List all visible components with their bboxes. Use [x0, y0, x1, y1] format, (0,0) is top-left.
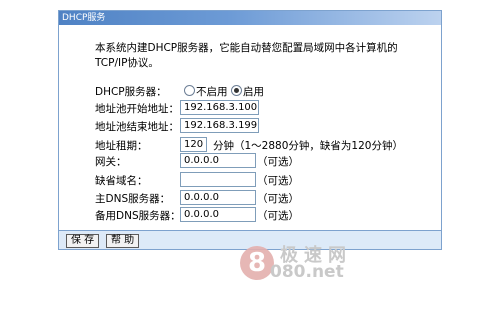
- pool-start-row: 地址池开始地址： 192.168.3.100: [95, 100, 395, 115]
- primary-dns-row: 主DNS服务器： 0.0.0.0 （可选）: [95, 190, 395, 205]
- panel-title: DHCP服务: [59, 11, 441, 25]
- watermark-logo: 8: [240, 246, 274, 280]
- watermark-url: 080.net: [270, 262, 344, 282]
- lease-label: 地址租期：: [95, 140, 148, 152]
- lease-hint: 分钟（1～2880分钟，缺省为120分钟）: [213, 140, 403, 152]
- domain-optional: （可选）: [257, 175, 299, 187]
- primary-dns-optional: （可选）: [257, 193, 299, 205]
- pool-end-label: 地址池结束地址：: [95, 121, 179, 133]
- gateway-input[interactable]: 0.0.0.0: [180, 153, 256, 168]
- dhcp-disable-radio[interactable]: [184, 85, 195, 96]
- pool-end-row: 地址池结束地址： 192.168.3.199: [95, 118, 395, 133]
- gateway-row: 网关： 0.0.0.0 （可选）: [95, 153, 395, 168]
- lease-input[interactable]: 120: [180, 137, 207, 152]
- secondary-dns-input[interactable]: 0.0.0.0: [180, 207, 256, 222]
- save-button[interactable]: 保 存: [66, 234, 100, 248]
- description-text: 本系统内建DHCP服务器，它能自动替您配置局域网中各计算机的TCP/IP协议。: [95, 42, 398, 69]
- lease-row: 地址租期： 120 分钟（1～2880分钟，缺省为120分钟）: [95, 137, 415, 152]
- pool-start-label: 地址池开始地址：: [95, 103, 179, 115]
- domain-row: 缺省域名： （可选）: [95, 172, 395, 187]
- gateway-optional: （可选）: [257, 156, 299, 168]
- secondary-dns-optional: （可选）: [257, 210, 299, 222]
- help-button[interactable]: 帮 助: [106, 234, 140, 248]
- secondary-dns-row: 备用DNS服务器： 0.0.0.0 （可选）: [95, 207, 395, 222]
- dhcp-enable-radio[interactable]: [231, 85, 242, 96]
- primary-dns-label: 主DNS服务器：: [95, 193, 171, 205]
- dhcp-server-row: DHCP服务器： 不启用 启用: [95, 83, 395, 98]
- pool-end-input[interactable]: 192.168.3.199: [180, 118, 259, 133]
- domain-label: 缺省域名：: [95, 175, 148, 187]
- primary-dns-input[interactable]: 0.0.0.0: [180, 190, 256, 205]
- secondary-dns-label: 备用DNS服务器：: [95, 210, 181, 222]
- gateway-label: 网关：: [95, 156, 127, 168]
- dhcp-enable-label: 启用: [243, 86, 264, 98]
- pool-start-input[interactable]: 192.168.3.100: [180, 100, 259, 115]
- dhcp-server-label: DHCP服务器：: [95, 86, 167, 98]
- dhcp-settings-panel: DHCP服务 本系统内建DHCP服务器，它能自动替您配置局域网中各计算机的TCP…: [58, 10, 442, 250]
- domain-input[interactable]: [180, 172, 256, 187]
- dhcp-disable-label: 不启用: [196, 86, 228, 98]
